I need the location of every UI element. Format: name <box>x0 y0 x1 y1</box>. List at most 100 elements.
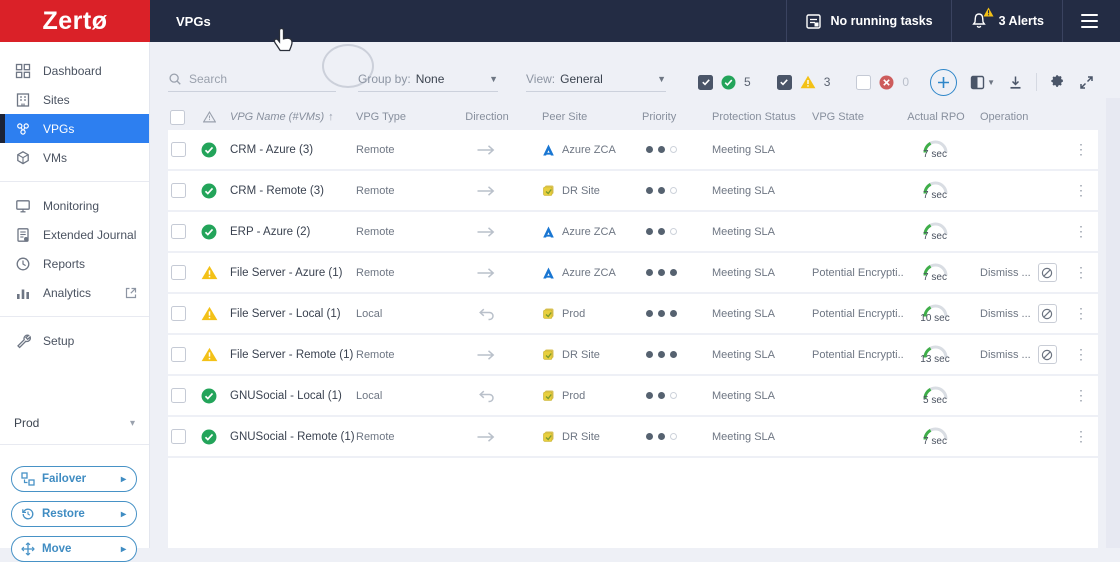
filter-ok[interactable]: 5 <box>698 75 751 90</box>
filter-error[interactable]: 0 <box>856 75 909 90</box>
vpg-name-link[interactable]: GNUSocial - Local (1) <box>228 390 354 402</box>
zerto-logo[interactable]: Zertø <box>0 0 150 42</box>
sidebar-item-dashboard[interactable]: Dashboard <box>0 56 149 85</box>
table-row[interactable]: GNUSocial - Remote (1) Remote DR Site Me… <box>168 417 1098 458</box>
filter-warning[interactable]: 3 <box>777 75 831 90</box>
column-header-direction[interactable]: Direction <box>448 111 540 123</box>
priority-cell <box>640 351 710 358</box>
warning-status-icon <box>201 265 218 280</box>
vpg-name-link[interactable]: GNUSocial - Remote (1) <box>228 431 354 443</box>
row-menu-button[interactable]: ⋮ <box>1062 182 1098 199</box>
restore-button[interactable]: Restore ▸ <box>11 501 137 527</box>
row-checkbox[interactable] <box>171 142 186 157</box>
row-menu-button[interactable]: ⋮ <box>1062 428 1098 445</box>
scrollbar-track[interactable] <box>1106 98 1120 548</box>
sidebar-item-extended-journal[interactable]: Extended Journal <box>0 220 149 249</box>
vpg-name-link[interactable]: File Server - Azure (1) <box>228 267 354 279</box>
sidebar-item-analytics[interactable]: Analytics <box>0 278 149 307</box>
row-menu-button[interactable]: ⋮ <box>1062 305 1098 322</box>
priority-cell <box>640 310 710 317</box>
table-row[interactable]: File Server - Azure (1) Remote Azure ZCA… <box>168 253 1098 294</box>
sidebar-item-vms[interactable]: VMs <box>0 143 149 172</box>
site-selector-dropdown[interactable]: Prod ▾ <box>0 412 149 434</box>
row-menu-button[interactable]: ⋮ <box>1062 264 1098 281</box>
row-checkbox[interactable] <box>171 183 186 198</box>
table-row[interactable]: File Server - Local (1) Local Prod Meeti… <box>168 294 1098 335</box>
arrow-right-icon <box>476 143 496 157</box>
operation-cell: Dismiss ... <box>978 304 1062 323</box>
table-row[interactable]: ERP - Azure (2) Remote Azure ZCA Meeting… <box>168 212 1098 253</box>
sidebar-item-vpgs[interactable]: VPGs <box>0 114 149 143</box>
settings-gear-button[interactable] <box>1050 74 1066 90</box>
alerts-button[interactable]: 3 Alerts <box>951 0 1062 42</box>
search-input[interactable] <box>189 72 319 86</box>
vpg-name-link[interactable]: CRM - Remote (3) <box>228 185 354 197</box>
dismiss-operation-button[interactable] <box>1038 345 1057 364</box>
sidebar-item-sites[interactable]: Sites <box>0 85 149 114</box>
sidebar-item-label: VMs <box>43 151 67 165</box>
select-all-checkbox[interactable] <box>170 110 185 125</box>
column-header-vpg-state[interactable]: VPG State <box>810 111 904 123</box>
actual-rpo-cell: 7 sec <box>904 139 978 160</box>
actual-rpo-cell: 7 sec <box>904 262 978 283</box>
column-header-protection-status[interactable]: Protection Status <box>710 111 810 123</box>
table-row[interactable]: CRM - Remote (3) Remote DR Site Meeting … <box>168 171 1098 212</box>
sidebar-item-setup[interactable]: Setup <box>0 326 149 355</box>
filter-error-checkbox[interactable] <box>856 75 871 90</box>
operation-label: Dismiss ... <box>980 308 1031 320</box>
search-box[interactable] <box>168 72 336 92</box>
failover-label: Failover <box>42 473 86 485</box>
row-checkbox[interactable] <box>171 306 186 321</box>
column-header-vpg-name[interactable]: VPG Name (#VMs)↑ <box>228 111 354 123</box>
hamburger-menu-button[interactable] <box>1062 0 1120 42</box>
row-checkbox[interactable] <box>171 224 186 239</box>
group-by-dropdown[interactable]: Group by: None ▼ <box>358 72 498 92</box>
vpg-name-link[interactable]: File Server - Remote (1) <box>228 349 354 361</box>
row-menu-button[interactable]: ⋮ <box>1062 141 1098 158</box>
direction-cell <box>448 225 540 239</box>
sidebar-item-label: VPGs <box>43 122 74 136</box>
row-checkbox[interactable] <box>171 388 186 403</box>
top-bar: Zertø VPGs No running tasks 3 Alerts <box>0 0 1120 42</box>
new-vpg-button[interactable] <box>930 69 957 96</box>
fullscreen-button[interactable] <box>1079 75 1094 90</box>
peer-site-cell: Azure ZCA <box>540 144 640 156</box>
column-header-operation[interactable]: Operation <box>978 111 1062 123</box>
view-dropdown[interactable]: View: General ▼ <box>526 72 666 92</box>
sidebar-item-label: Extended Journal <box>43 228 136 242</box>
row-menu-button[interactable]: ⋮ <box>1062 387 1098 404</box>
column-settings-button[interactable]: ▼ <box>970 75 995 90</box>
column-header-vpg-type[interactable]: VPG Type <box>354 111 448 123</box>
peer-site-label: DR Site <box>562 349 600 361</box>
vpg-name-link[interactable]: CRM - Azure (3) <box>228 144 354 156</box>
dismiss-operation-button[interactable] <box>1038 263 1057 282</box>
row-menu-button[interactable]: ⋮ <box>1062 223 1098 240</box>
tasks-label: No running tasks <box>831 14 933 28</box>
row-checkbox[interactable] <box>171 347 186 362</box>
main-content: Group by: None ▼ View: General ▼ 5 3 <box>150 42 1120 548</box>
failover-button[interactable]: Failover ▸ <box>11 466 137 492</box>
column-header-actual-rpo[interactable]: Actual RPO <box>904 111 978 123</box>
priority-cell <box>640 392 710 399</box>
sidebar-item-reports[interactable]: Reports <box>0 249 149 278</box>
arrow-right-icon <box>476 266 496 280</box>
running-tasks-button[interactable]: No running tasks <box>786 0 951 42</box>
export-button[interactable] <box>1008 75 1023 90</box>
restore-label: Restore <box>42 508 85 520</box>
row-checkbox[interactable] <box>171 429 186 444</box>
column-header-priority[interactable]: Priority <box>640 111 710 123</box>
filter-warning-checkbox[interactable] <box>777 75 792 90</box>
table-row[interactable]: File Server - Remote (1) Remote DR Site … <box>168 335 1098 376</box>
filter-ok-checkbox[interactable] <box>698 75 713 90</box>
sidebar-item-monitoring[interactable]: Monitoring <box>0 191 149 220</box>
move-button[interactable]: Move ▸ <box>11 536 137 562</box>
table-row[interactable]: CRM - Azure (3) Remote Azure ZCA Meeting… <box>168 130 1098 171</box>
column-header-peer-site[interactable]: Peer Site <box>540 111 640 123</box>
vpg-name-link[interactable]: File Server - Local (1) <box>228 308 354 320</box>
row-checkbox[interactable] <box>171 265 186 280</box>
row-menu-button[interactable]: ⋮ <box>1062 346 1098 363</box>
vpg-name-link[interactable]: ERP - Azure (2) <box>228 226 354 238</box>
table-row[interactable]: GNUSocial - Local (1) Local Prod Meeting… <box>168 376 1098 417</box>
dismiss-operation-button[interactable] <box>1038 304 1057 323</box>
page-title: VPGs <box>176 14 211 29</box>
